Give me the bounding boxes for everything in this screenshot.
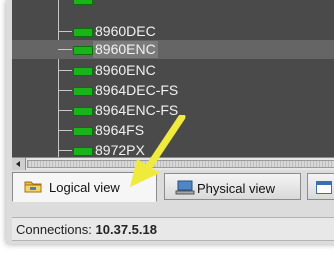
- device-tree[interactable]: 8960DEC 8960ENC 8960ENC 8964DEC-FS 8964E…: [12, 0, 334, 157]
- status-bar: Connections: 10.37.5.18: [12, 217, 334, 241]
- tab-third-view[interactable]: [307, 173, 334, 200]
- tree-branch-line: [58, 70, 72, 71]
- tree-item-label: 8964DEC-FS: [95, 82, 179, 98]
- tree-branch-line: [58, 110, 72, 111]
- tab-label: Physical view: [197, 181, 276, 196]
- scrollbar-thumb[interactable]: [27, 160, 334, 168]
- tab-logical-view[interactable]: Logical view: [12, 172, 157, 202]
- folder-icon: [24, 181, 42, 193]
- tree-branch-line: [58, 90, 72, 91]
- tree-item[interactable]: 8960ENC: [12, 61, 334, 80]
- view-tabbar: Logical view Physical view: [12, 170, 334, 206]
- tree-item-clipped[interactable]: [12, 0, 334, 9]
- tree-item[interactable]: 8964ENC-FS: [12, 101, 334, 120]
- device-icon: [73, 107, 93, 116]
- tree-item[interactable]: 8960DEC: [12, 22, 334, 41]
- tree-item-label: 8972PX: [95, 142, 145, 157]
- device-icon: [73, 28, 93, 37]
- status-value: 10.37.5.18: [95, 222, 157, 237]
- tree-branch-line: [58, 150, 72, 151]
- tree-branch-line: [58, 31, 72, 32]
- tree-item-label: 8960ENC: [95, 62, 156, 78]
- device-icon: [73, 147, 93, 156]
- tree-item-label: 8964FS: [95, 122, 145, 138]
- horizontal-scrollbar[interactable]: [12, 157, 334, 170]
- tree-item[interactable]: 8964DEC-FS: [12, 81, 334, 100]
- tree-branch-line: [58, 49, 72, 50]
- device-icon: [73, 67, 93, 76]
- tree-item[interactable]: 8972PX: [12, 141, 334, 157]
- device-icon: [73, 127, 93, 136]
- tree-branch-line: [58, 130, 72, 131]
- device-icon: [73, 46, 93, 55]
- tab-physical-view[interactable]: Physical view: [164, 173, 301, 200]
- window-icon: [316, 181, 332, 194]
- connection-status: Connections: 10.37.5.18: [16, 222, 157, 237]
- computer-icon: [175, 180, 195, 195]
- tree-item[interactable]: 8964FS: [12, 121, 334, 140]
- device-icon: [73, 87, 93, 96]
- tree-item-selected[interactable]: 8960ENC: [12, 40, 334, 59]
- tree-item-label: 8960DEC: [95, 23, 156, 39]
- tree-item-label: 8960ENC: [93, 41, 158, 58]
- tree-item-label: 8964ENC-FS: [95, 102, 179, 118]
- status-label: Connections:: [16, 222, 92, 237]
- scroll-left-arrow-icon[interactable]: [12, 158, 26, 170]
- device-icon: [73, 0, 93, 5]
- tab-label: Logical view: [49, 180, 120, 195]
